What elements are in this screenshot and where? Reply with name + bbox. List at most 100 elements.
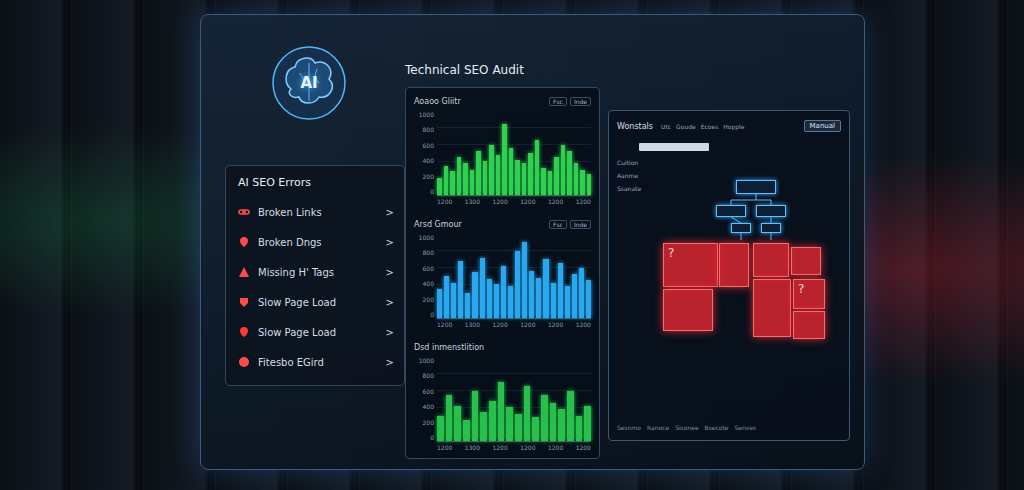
y-tick: 600 bbox=[414, 388, 434, 395]
x-tick: 1200 bbox=[576, 444, 591, 451]
x-axis: 120013001200120012001200 bbox=[414, 444, 591, 451]
y-tick: 1000 bbox=[414, 111, 434, 118]
middle-column: Technical SEO AuditAoaoo GliitrFscInde10… bbox=[405, 15, 600, 469]
legend-item[interactable]: Inde bbox=[570, 97, 591, 106]
error-item[interactable]: Broken Links> bbox=[238, 197, 394, 227]
chart-bar bbox=[489, 145, 494, 195]
x-tick: 1300 bbox=[465, 198, 480, 205]
y-tick: 600 bbox=[414, 142, 434, 149]
y-tick: 400 bbox=[414, 157, 434, 164]
flow-node[interactable] bbox=[736, 180, 776, 194]
chart-header: Arsd GmourFscInde bbox=[414, 217, 591, 231]
footer-tab[interactable]: Ranoce bbox=[647, 424, 669, 434]
x-tick: 1200 bbox=[520, 444, 535, 451]
chart-bar bbox=[515, 251, 520, 318]
error-label: Slow Page Load bbox=[258, 297, 378, 308]
error-item[interactable]: Slow Page Load > bbox=[238, 287, 394, 317]
chevron-icon: > bbox=[386, 297, 394, 308]
chart-bar bbox=[558, 409, 565, 441]
diagram-tab[interactable]: Ecoes bbox=[701, 123, 719, 130]
diagram-tab[interactable]: Hopple bbox=[723, 123, 744, 130]
chart-bar bbox=[480, 412, 487, 441]
error-node[interactable] bbox=[719, 243, 749, 287]
footer-tab[interactable]: Bsecote bbox=[705, 424, 729, 434]
error-item[interactable]: Missing H' Tags> bbox=[238, 257, 394, 287]
search-field[interactable] bbox=[639, 143, 709, 151]
chart-bar bbox=[532, 417, 539, 441]
manual-button[interactable]: Manual bbox=[804, 120, 841, 132]
chart-bar bbox=[535, 140, 540, 195]
chevron-icon: > bbox=[386, 237, 394, 248]
y-tick: 0 bbox=[414, 434, 434, 441]
chart-bar bbox=[551, 283, 556, 318]
diagram-row[interactable]: Ssanate bbox=[617, 185, 657, 192]
error-label: Broken Dngs bbox=[258, 237, 378, 248]
legend-item[interactable]: Inde bbox=[570, 220, 591, 229]
error-node[interactable] bbox=[663, 289, 713, 331]
chart-title: Aoaoo Gliitr bbox=[414, 97, 461, 106]
chart-bar bbox=[463, 163, 468, 195]
footer-tab[interactable]: Sesnmo bbox=[617, 424, 641, 434]
chart-bar bbox=[515, 414, 522, 441]
chart-bar bbox=[454, 406, 461, 441]
node-label: ? bbox=[668, 246, 674, 260]
diagram-panel: Wonstals Utc Goude Ecoes Hopple Manual Cuition… bbox=[608, 110, 850, 441]
x-tick: 1200 bbox=[576, 321, 591, 328]
chart-bar bbox=[450, 171, 455, 195]
diagram-row[interactable]: Aanme bbox=[617, 172, 657, 179]
error-node[interactable] bbox=[753, 279, 791, 337]
x-tick: 1300 bbox=[465, 444, 480, 451]
error-label: Broken Links bbox=[258, 207, 378, 218]
y-tick: 0 bbox=[414, 311, 434, 318]
x-tick: 1200 bbox=[520, 321, 535, 328]
chart-bar bbox=[579, 268, 584, 318]
chart-bar bbox=[528, 153, 533, 195]
chart-bar bbox=[480, 258, 485, 318]
chart-bar bbox=[565, 286, 570, 318]
chart-body: 10008006004002000 bbox=[414, 357, 591, 442]
chart-bar bbox=[437, 178, 442, 195]
diagram-row[interactable]: Cuition bbox=[617, 159, 657, 166]
chart-bar bbox=[541, 168, 546, 195]
chart-legend: FscInde bbox=[549, 220, 591, 229]
error-node[interactable] bbox=[791, 247, 821, 275]
bar-chart: Aoaoo GliitrFscInde100080060040020001200… bbox=[414, 94, 591, 205]
error-item[interactable]: Broken Dngs > bbox=[238, 227, 394, 257]
error-node[interactable]: ? bbox=[663, 243, 718, 287]
charts-panel: Aoaoo GliitrFscInde100080060040020001200… bbox=[405, 87, 600, 459]
error-node[interactable]: ? bbox=[793, 279, 825, 309]
x-tick: 1200 bbox=[492, 321, 507, 328]
chart-bar bbox=[522, 242, 527, 318]
chart-bar bbox=[586, 280, 591, 318]
flow-node[interactable] bbox=[731, 223, 751, 233]
y-tick: 400 bbox=[414, 280, 434, 287]
x-tick: 1200 bbox=[437, 198, 452, 205]
error-icon bbox=[238, 326, 250, 338]
y-tick: 400 bbox=[414, 403, 434, 410]
error-item[interactable]: Fitesbo EGird> bbox=[238, 347, 394, 377]
flow-node[interactable] bbox=[761, 223, 781, 233]
chart-bar bbox=[506, 407, 513, 441]
chart-bar bbox=[567, 391, 574, 441]
diagram-title: Wonstals bbox=[617, 122, 653, 131]
footer-tab[interactable]: Senves bbox=[735, 424, 757, 434]
chart-bar bbox=[536, 278, 541, 318]
error-icon bbox=[238, 236, 250, 248]
chart-bar bbox=[509, 148, 514, 195]
chart-bar bbox=[561, 145, 566, 195]
y-axis: 10008006004002000 bbox=[414, 111, 434, 195]
diagram-tab[interactable]: Utc bbox=[661, 123, 671, 130]
error-item[interactable]: Slow Page Load> bbox=[238, 317, 394, 347]
chart-bar bbox=[567, 151, 572, 195]
flow-node[interactable] bbox=[716, 205, 746, 217]
diagram-tab[interactable]: Goude bbox=[676, 123, 696, 130]
legend-item[interactable]: Fsc bbox=[549, 220, 567, 229]
flow-node[interactable] bbox=[756, 205, 786, 217]
chart-bar bbox=[494, 284, 499, 318]
footer-tab[interactable]: Sisonee bbox=[675, 424, 698, 434]
error-node[interactable] bbox=[753, 243, 789, 277]
legend-item[interactable]: Fsc bbox=[549, 97, 567, 106]
error-node[interactable] bbox=[793, 311, 825, 339]
chart-bar bbox=[498, 382, 505, 441]
bar-chart: Dsd inmenstlition10008006004002000120013… bbox=[414, 340, 591, 451]
